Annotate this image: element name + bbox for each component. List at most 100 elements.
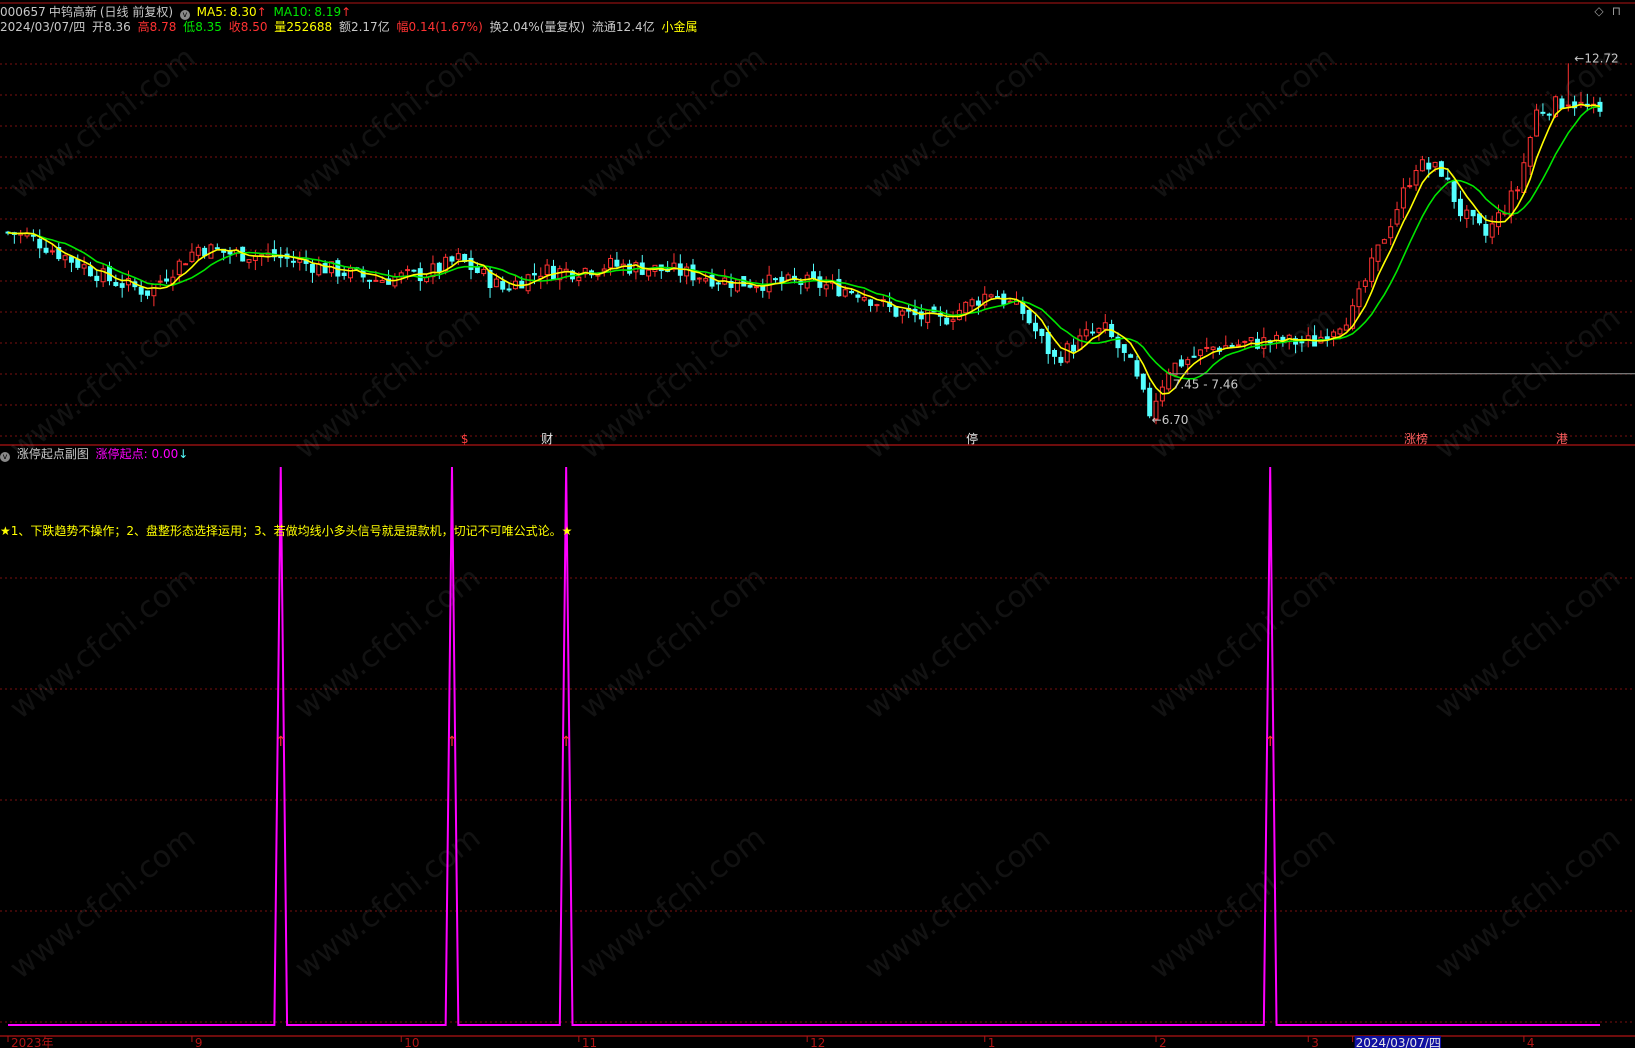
candle-body[interactable] [81,264,87,269]
candle-body[interactable] [855,294,861,298]
candle-body[interactable] [1451,180,1457,202]
collapse-icon[interactable]: v [0,452,10,462]
candle-body[interactable] [1140,373,1146,390]
candle-body[interactable] [1464,209,1470,219]
candle-body[interactable] [1565,104,1571,107]
candle-body[interactable] [1026,309,1032,324]
candle-body[interactable] [474,266,480,273]
candle-body[interactable] [1445,177,1451,180]
candle-body[interactable] [30,234,36,237]
candle-body[interactable] [1381,239,1387,244]
candle-body[interactable] [1419,159,1425,172]
candle-body[interactable] [734,279,740,292]
candle-body[interactable] [436,262,442,273]
candle-body[interactable] [49,250,55,253]
candle-body[interactable] [868,299,874,306]
candle-body[interactable] [899,310,905,316]
candle-body[interactable] [1052,349,1058,357]
candle-body[interactable] [151,284,157,297]
candle-body[interactable] [849,291,855,294]
candle-body[interactable] [94,275,100,281]
candle-body[interactable] [113,282,119,287]
candle-body[interactable] [1096,327,1102,333]
candle-body[interactable] [1527,136,1533,167]
candle-body[interactable] [994,295,1000,298]
candle-body[interactable] [1489,223,1495,238]
candle-body[interactable] [145,290,151,296]
candle-body[interactable] [874,304,880,307]
stock-code[interactable]: 000657 [0,5,46,19]
candle-body[interactable] [1229,344,1235,348]
candle-body[interactable] [861,297,867,301]
candle-body[interactable] [322,263,328,274]
candle-body[interactable] [1413,170,1419,186]
candle-body[interactable] [1210,346,1216,350]
candle-body[interactable] [1559,98,1565,110]
candle-body[interactable] [1388,226,1394,239]
candle-body[interactable] [817,276,823,288]
candle-body[interactable] [1356,288,1362,308]
candle-body[interactable] [893,306,899,317]
candle-body[interactable] [290,260,296,263]
candle-body[interactable] [1457,198,1463,217]
candle-body[interactable] [37,238,43,249]
candle-body[interactable] [214,247,220,250]
candle-body[interactable] [715,282,721,285]
candle-body[interactable] [944,317,950,325]
candle-body[interactable] [246,259,252,263]
candle-body[interactable] [411,269,417,272]
candle-body[interactable] [1369,257,1375,282]
candle-body[interactable] [1540,111,1546,114]
candle-body[interactable] [925,309,931,323]
candle-body[interactable] [1058,356,1064,363]
candle-body[interactable] [297,258,303,263]
candle-body[interactable] [525,274,531,292]
candle-body[interactable] [1508,190,1514,216]
candle-body[interactable] [608,257,614,269]
candle-body[interactable] [1496,212,1501,228]
candle-body[interactable] [544,264,550,276]
diamond-icon[interactable]: ◇ [1594,4,1603,18]
candle-body[interactable] [950,319,956,322]
candle-body[interactable] [633,262,639,273]
candle-body[interactable] [1299,341,1305,344]
collapse-icon[interactable]: v [179,10,190,20]
candle-body[interactable] [1033,322,1038,332]
candle-body[interactable] [1438,161,1444,177]
candle-body[interactable] [1204,346,1210,349]
candle-body[interactable] [189,251,195,262]
candle-body[interactable] [500,281,506,290]
candle-body[interactable] [1064,343,1070,363]
candle-body[interactable] [1343,324,1349,331]
candle-body[interactable] [449,256,455,262]
candle-body[interactable] [1236,344,1241,347]
candle-body[interactable] [1045,331,1051,355]
candle-body[interactable] [1337,328,1343,335]
candle-body[interactable] [1083,329,1089,337]
event-marker[interactable]: 财 [541,432,553,446]
candlestick-series[interactable] [5,63,1603,425]
candle-body[interactable] [842,289,848,297]
candle-body[interactable] [614,259,620,267]
candle-body[interactable] [1090,331,1096,334]
candle-body[interactable] [975,300,981,306]
candle-body[interactable] [969,299,975,307]
candle-body[interactable] [1071,344,1077,352]
candle-body[interactable] [1483,223,1489,236]
window-icon[interactable]: ⊓ [1612,4,1621,18]
candle-body[interactable] [531,273,537,276]
candle-body[interactable] [75,258,81,268]
candle-body[interactable] [1515,189,1521,192]
candle-body[interactable] [550,265,556,280]
candle-body[interactable] [138,286,144,295]
candle-body[interactable] [1191,355,1197,358]
candle-body[interactable] [1331,331,1337,338]
candle-body[interactable] [68,256,74,263]
candle-body[interactable] [1546,113,1552,116]
candle-body[interactable] [753,286,759,289]
candle-body[interactable] [195,246,201,256]
adjust-mode[interactable]: (日线 前复权) [100,5,173,19]
candle-body[interactable] [1305,335,1311,340]
candle-body[interactable] [62,255,68,261]
candle-body[interactable] [348,267,353,279]
